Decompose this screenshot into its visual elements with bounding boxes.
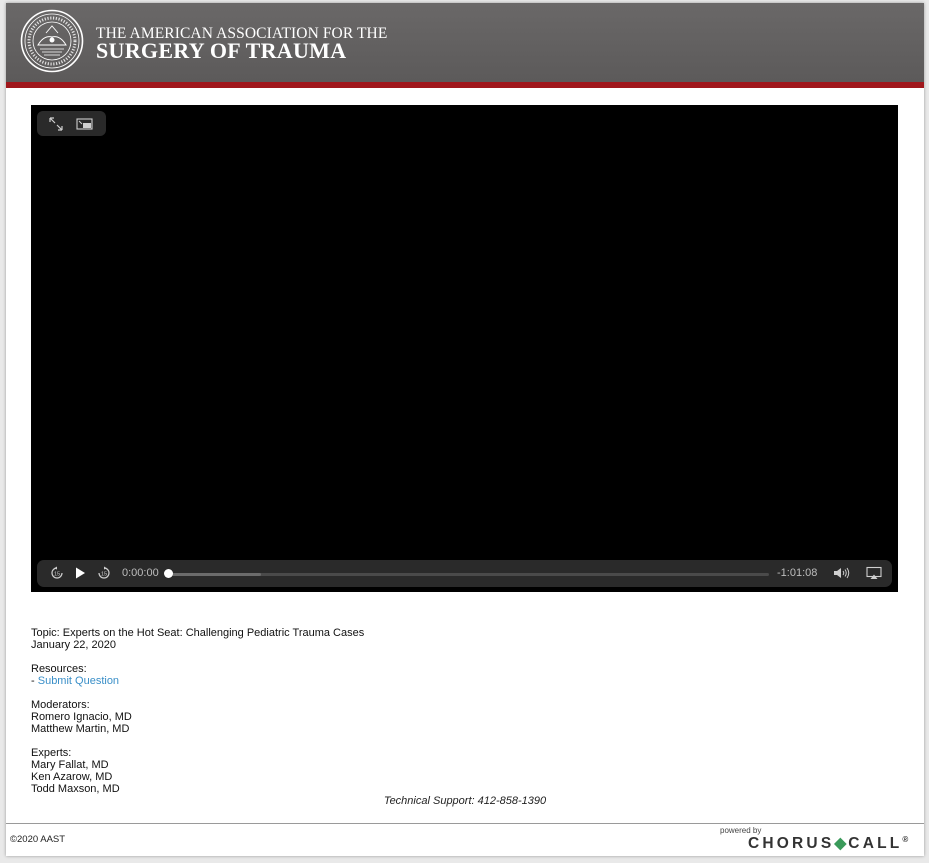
- video-player[interactable]: 15 15 0:00:00 -1:01:08: [31, 105, 898, 592]
- remaining-time: -1:01:08: [777, 567, 818, 579]
- resources-heading: Resources:: [31, 663, 87, 675]
- diamond-icon: ◆: [834, 835, 849, 852]
- event-date: January 22, 2020: [31, 639, 117, 651]
- expert-name: Mary Fallat, MD: [31, 759, 109, 771]
- play-icon[interactable]: [74, 566, 86, 580]
- page-frame: THE AMERICAN ASSOCIATION FOR THE SURGERY…: [6, 3, 924, 856]
- technical-support: Technical Support: 412-858-1390: [383, 795, 547, 807]
- brand-right: CALL: [848, 835, 903, 852]
- video-control-bar: 15 15 0:00:00 -1:01:08: [37, 560, 892, 587]
- aast-seal-icon: [20, 9, 84, 73]
- seek-track[interactable]: [171, 573, 769, 576]
- expert-name: Ken Azarow, MD: [31, 771, 113, 783]
- footer-divider: [6, 823, 924, 824]
- chorus-call-logo[interactable]: CHORUS◆CALL®: [748, 834, 908, 853]
- copyright: ©2020 AAST: [10, 834, 66, 845]
- volume-icon[interactable]: [833, 566, 851, 580]
- resource-item: - Submit Question: [31, 675, 119, 687]
- moderators-heading: Moderators:: [31, 699, 90, 711]
- logo-title-line2: SURGERY OF TRAUMA: [96, 38, 347, 63]
- registered-mark: ®: [902, 834, 909, 844]
- seek-scrubber[interactable]: [164, 569, 173, 578]
- skip-forward-15-icon[interactable]: 15: [97, 566, 111, 580]
- brand-left: CHORUS: [748, 835, 835, 852]
- experts-heading: Experts:: [31, 747, 72, 759]
- video-top-controls: [37, 111, 106, 136]
- skip-back-15-icon[interactable]: 15: [50, 566, 64, 580]
- header-accent-bar: [6, 82, 924, 88]
- svg-text:15: 15: [54, 571, 60, 577]
- fullscreen-icon[interactable]: [49, 117, 63, 131]
- moderator-name: Matthew Martin, MD: [31, 723, 130, 735]
- svg-text:15: 15: [101, 571, 107, 577]
- resource-prefix: -: [31, 675, 38, 687]
- elapsed-time: 0:00:00: [122, 567, 159, 579]
- site-header: THE AMERICAN ASSOCIATION FOR THE SURGERY…: [6, 3, 924, 82]
- topic-title: Topic: Experts on the Hot Seat: Challeng…: [31, 627, 365, 639]
- airplay-icon[interactable]: [866, 566, 882, 580]
- moderator-name: Romero Ignacio, MD: [31, 711, 132, 723]
- picture-in-picture-icon[interactable]: [76, 117, 94, 131]
- seek-buffered: [171, 573, 261, 576]
- expert-name: Todd Maxson, MD: [31, 783, 120, 795]
- submit-question-link[interactable]: Submit Question: [38, 675, 119, 687]
